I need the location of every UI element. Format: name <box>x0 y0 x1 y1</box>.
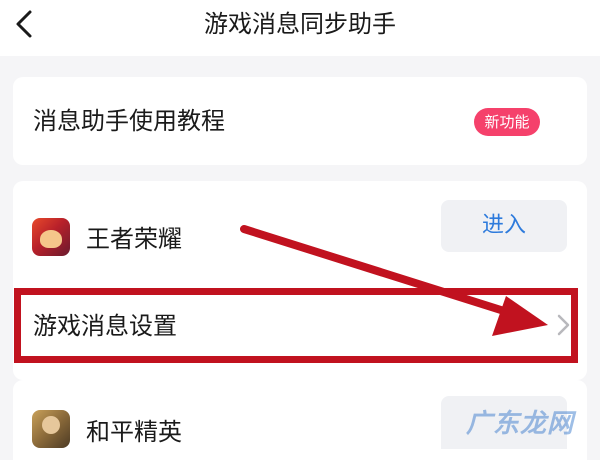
game-name: 和平精英 <box>86 418 182 446</box>
honor-of-kings-icon <box>32 218 70 256</box>
peacekeeper-elite-icon <box>32 410 70 448</box>
game-message-settings-label[interactable]: 游戏消息设置 <box>33 309 177 343</box>
navigation-bar: 游戏消息同步助手 <box>0 0 600 56</box>
new-feature-badge: 新功能 <box>474 108 540 136</box>
tutorial-label[interactable]: 消息助手使用教程 <box>33 104 225 138</box>
page-title: 游戏消息同步助手 <box>204 10 396 38</box>
enter-button[interactable]: 进入 <box>441 200 567 252</box>
game-name: 王者荣耀 <box>86 225 182 253</box>
chevron-right-icon[interactable] <box>553 312 573 338</box>
enter-button-partial[interactable] <box>441 396 567 449</box>
